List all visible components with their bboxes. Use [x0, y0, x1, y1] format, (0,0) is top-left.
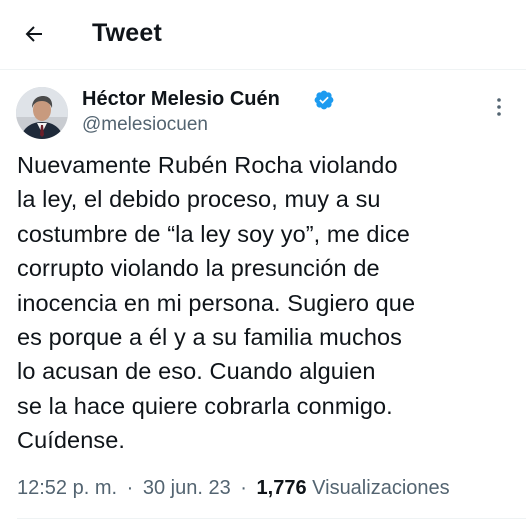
tweet-meta: 12:52 p. m. · 30 jun. 23 · 1,776 Visuali…: [17, 477, 450, 500]
meta-separator: ·: [240, 477, 247, 499]
author-handle[interactable]: @melesiocuen: [82, 114, 208, 136]
back-button[interactable]: [14, 14, 54, 54]
divider: [17, 518, 526, 519]
more-vertical-icon: [497, 98, 501, 116]
tweet-date[interactable]: 30 jun. 23: [143, 477, 231, 499]
page-title: Tweet: [92, 19, 162, 47]
tweet-time[interactable]: 12:52 p. m.: [17, 477, 117, 499]
avatar[interactable]: [16, 87, 68, 139]
top-bar: Tweet: [0, 0, 526, 70]
meta-separator: ·: [126, 477, 134, 499]
views-label: Visualizaciones: [312, 477, 450, 499]
verified-badge-icon: [314, 90, 334, 110]
tweet-text: Nuevamente Rubén Rocha violando la ley, …: [17, 152, 416, 454]
more-options-button[interactable]: [486, 94, 512, 120]
author-name[interactable]: Héctor Melesio Cuén: [82, 88, 280, 111]
profile-photo: [16, 87, 68, 139]
arrow-left-icon: [25, 26, 42, 42]
views-count: 1,776: [256, 477, 307, 499]
